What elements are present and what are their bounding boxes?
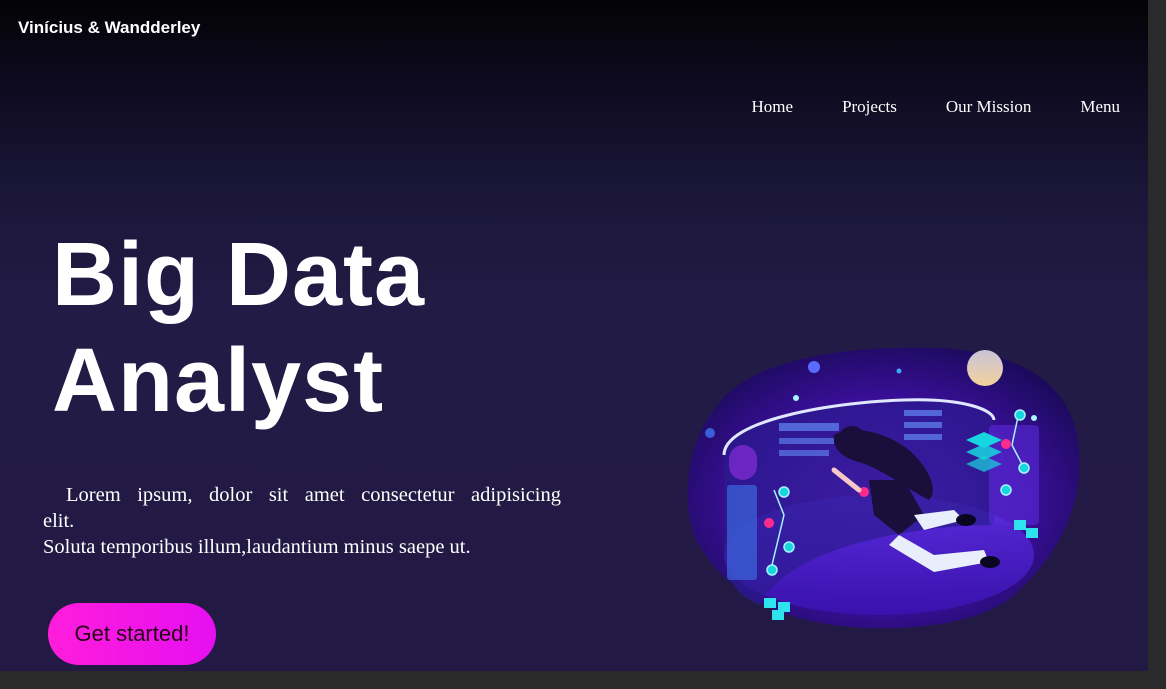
hero-description-line-1: Lorem ipsum, dolor sit amet consectetur … (66, 484, 561, 506)
hero-title-line-1: Big Data (52, 225, 426, 325)
nav-item-menu[interactable]: Menu (1080, 97, 1120, 117)
hero-title-line-2: Analyst (52, 331, 385, 431)
hero-description: Lorem ipsum, dolor sit amet consectetur … (43, 482, 561, 560)
nav-item-projects[interactable]: Projects (842, 97, 897, 117)
vertical-scrollbar[interactable] (1148, 0, 1166, 689)
big-data-illustration-icon (687, 347, 1080, 629)
horizontal-scrollbar[interactable] (0, 671, 1166, 689)
brand-logo[interactable]: Vinícius & Wandderley (18, 18, 200, 38)
page: Vinícius & Wandderley Home Projects Our … (0, 0, 1148, 671)
nav-item-home[interactable]: Home (752, 97, 794, 117)
hero-title: Big Data Analyst (52, 222, 425, 434)
hero-description-line-3: Soluta temporibus illum,laudantium minus… (43, 536, 471, 558)
main-nav: Home Projects Our Mission Menu (703, 97, 1120, 117)
hero-description-line-2: elit. (43, 510, 75, 532)
get-started-button[interactable]: Get started! (48, 603, 216, 665)
nav-item-our-mission[interactable]: Our Mission (946, 97, 1031, 117)
